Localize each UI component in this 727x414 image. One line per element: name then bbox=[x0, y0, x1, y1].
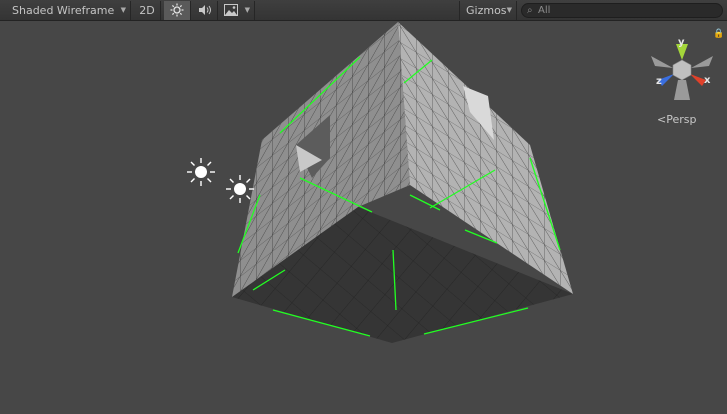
sun-icon bbox=[170, 3, 184, 17]
toggle-2d-label: 2D bbox=[139, 4, 155, 17]
gizmos-dropdown[interactable]: Gizmos ▼ bbox=[459, 1, 517, 20]
orientation-gizmo[interactable] bbox=[651, 44, 713, 100]
sun-icon[interactable] bbox=[187, 158, 215, 186]
chevron-down-icon: ▼ bbox=[120, 6, 126, 14]
effects-dropdown[interactable]: ▼ bbox=[220, 1, 255, 20]
projection-toggle[interactable]: <Persp bbox=[657, 113, 696, 126]
audio-toggle[interactable] bbox=[193, 1, 218, 20]
speaker-icon bbox=[199, 5, 211, 15]
scene-toolbar: Shaded Wireframe ▼ 2D ▼ Gizmos ▼ ⌕ All bbox=[0, 0, 727, 21]
gizmo-axis-x-label: x bbox=[704, 75, 711, 86]
gizmo-axis-z-label: z bbox=[656, 76, 662, 87]
projection-label: Persp bbox=[666, 113, 697, 126]
search-icon: ⌕ bbox=[527, 5, 533, 16]
search-input[interactable] bbox=[538, 4, 718, 17]
gizmos-label: Gizmos bbox=[466, 4, 507, 17]
scene-canvas[interactable] bbox=[0, 21, 727, 414]
chevron-down-icon: ▼ bbox=[506, 6, 512, 14]
search-field[interactable]: ⌕ bbox=[521, 3, 723, 18]
lighting-toggle[interactable] bbox=[164, 1, 191, 20]
draw-mode-dropdown[interactable]: Shaded Wireframe ▼ bbox=[6, 1, 131, 20]
persp-icon: < bbox=[657, 113, 667, 126]
draw-mode-label: Shaded Wireframe bbox=[12, 4, 115, 17]
image-icon bbox=[224, 4, 238, 16]
toggle-2d-button[interactable]: 2D bbox=[134, 1, 161, 20]
chevron-down-icon: ▼ bbox=[244, 6, 250, 14]
gizmo-axis-y-label: y bbox=[678, 37, 685, 48]
sun-icon[interactable] bbox=[226, 175, 254, 203]
scene-viewport[interactable]: y x z 🔒 <Persp bbox=[0, 21, 727, 414]
lock-icon[interactable]: 🔒 bbox=[713, 29, 724, 39]
